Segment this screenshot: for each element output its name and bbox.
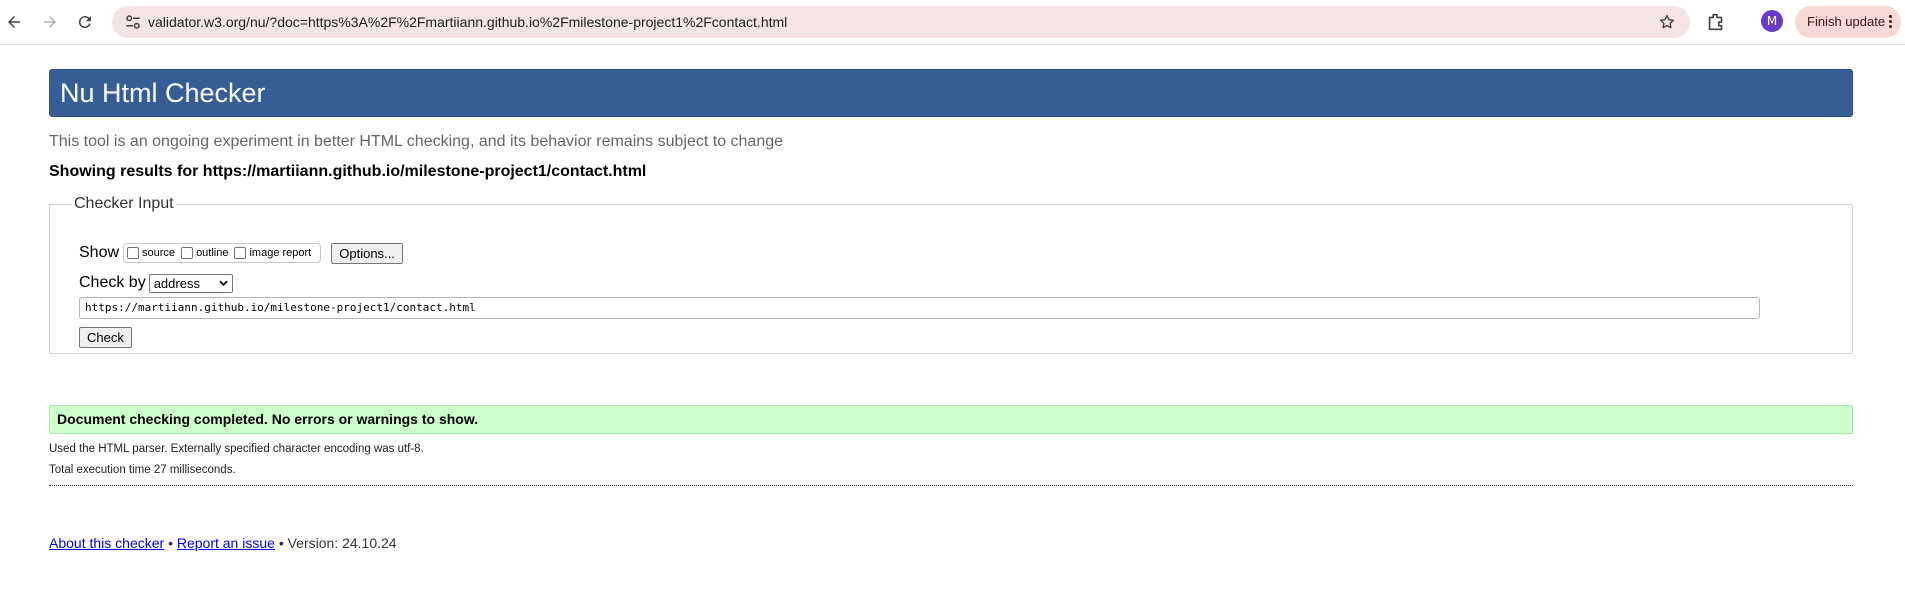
about-checker-link[interactable]: About this checker [49, 535, 164, 551]
footer-separator: • [168, 535, 173, 551]
show-row: Show source outline image report Options… [79, 242, 403, 264]
avatar[interactable]: M [1761, 10, 1783, 32]
report-issue-link[interactable]: Report an issue [177, 535, 275, 551]
check-button[interactable]: Check [79, 327, 132, 348]
more-vert-icon[interactable] [1889, 15, 1893, 29]
image-report-checkbox[interactable] [234, 247, 247, 259]
show-options-group: source outline image report [123, 243, 322, 263]
address-bar-url[interactable]: validator.w3.org/nu/?doc=https%3A%2F%2Fm… [148, 6, 787, 38]
show-outline-option[interactable]: outline [181, 247, 228, 259]
star-icon[interactable] [1658, 13, 1676, 31]
outline-checkbox[interactable] [181, 247, 194, 259]
parser-note: Used the HTML parser. Externally specifi… [49, 443, 424, 455]
result-details: Used the HTML parser. Externally specifi… [49, 442, 424, 484]
outline-option-label: outline [196, 247, 229, 259]
tool-description: This tool is an ongoing experiment in be… [49, 133, 784, 150]
checker-input-fieldset: Checker Input Show source outline image … [49, 195, 1853, 354]
address-bar[interactable]: validator.w3.org/nu/?doc=https%3A%2F%2Fm… [112, 6, 1690, 38]
browser-toolbar: validator.w3.org/nu/?doc=https%3A%2F%2Fm… [0, 0, 1905, 45]
check-by-select[interactable]: address [148, 273, 233, 293]
forward-arrow-icon[interactable] [36, 8, 64, 36]
execution-time: Total execution time 27 milliseconds. [49, 464, 236, 476]
check-by-row: Check by address [79, 272, 233, 294]
reload-icon[interactable] [71, 8, 99, 36]
site-settings-icon[interactable] [124, 13, 142, 31]
show-image-report-option[interactable]: image report [234, 247, 311, 259]
finish-update-button[interactable]: Finish update [1795, 6, 1901, 38]
source-option-label: source [142, 247, 176, 259]
version-text: Version: 24.10.24 [287, 535, 397, 551]
footer-separator: • [278, 535, 284, 551]
page-title: Nu Html Checker [60, 78, 266, 108]
check-by-value: address [153, 275, 200, 291]
success-message: Document checking completed. No errors o… [49, 405, 1853, 434]
document-url-input[interactable]: https://martiiann.github.io/milestone-pr… [79, 297, 1760, 319]
footer: About this checker • Report an issue • V… [49, 535, 397, 551]
source-checkbox[interactable] [127, 247, 140, 259]
check-by-label: Check by [79, 274, 146, 291]
image-report-option-label: image report [249, 247, 312, 259]
chevron-down-icon [219, 280, 228, 286]
show-source-option[interactable]: source [127, 247, 175, 259]
finish-update-label: Finish update [1807, 14, 1886, 29]
divider [49, 485, 1853, 486]
page-header: Nu Html Checker [49, 69, 1853, 117]
back-arrow-icon[interactable] [0, 8, 28, 36]
showing-results-for: Showing results for https://martiiann.gi… [49, 163, 647, 180]
show-label: Show [79, 244, 120, 261]
checker-input-legend: Checker Input [74, 195, 174, 212]
extensions-icon[interactable] [1705, 11, 1727, 33]
options-button[interactable]: Options... [331, 242, 403, 264]
